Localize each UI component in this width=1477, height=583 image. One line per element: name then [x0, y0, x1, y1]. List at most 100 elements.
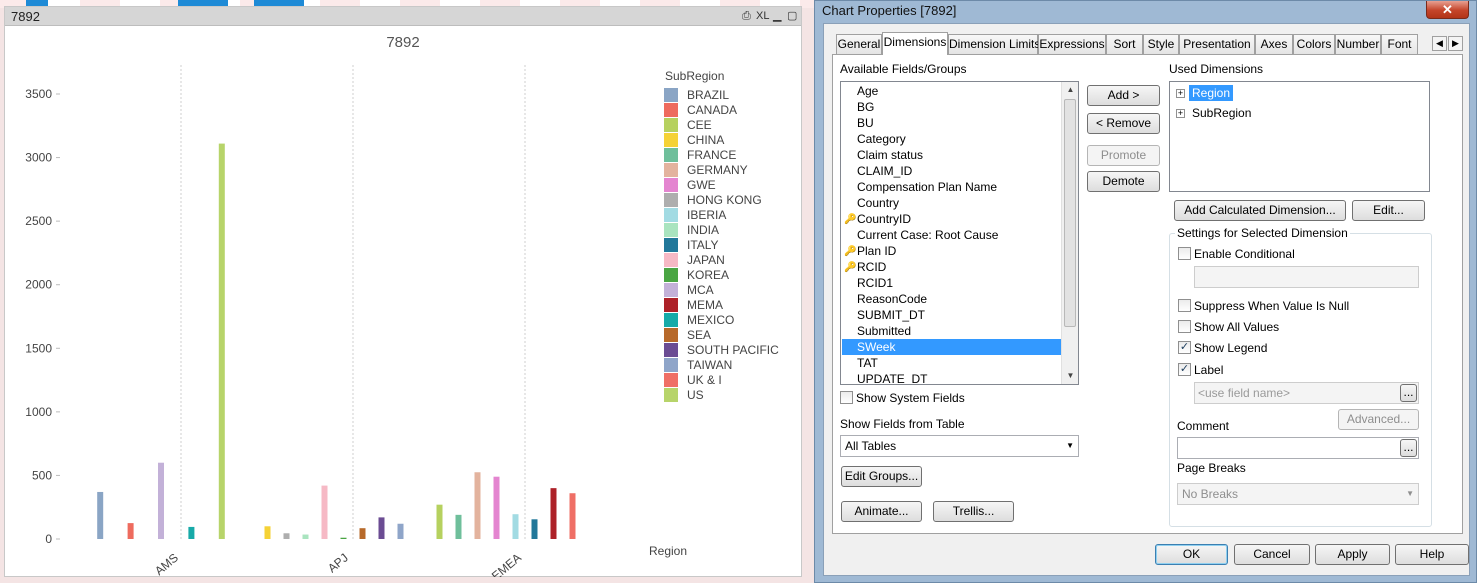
legend-label: INDIA — [687, 223, 719, 237]
legend-swatch — [664, 358, 678, 372]
tab-dimension-limits[interactable]: Dimension Limits — [948, 34, 1040, 54]
tab-sort[interactable]: Sort — [1106, 34, 1143, 54]
y-axis: 0 500 1000 1500 2000 2500 3000 3500 — [25, 87, 60, 546]
list-item[interactable]: 🔑 Plan ID — [842, 243, 1061, 259]
list-item-label: RCID1 — [857, 276, 894, 290]
tab-general[interactable]: General — [836, 34, 882, 54]
list-item-label: BU — [857, 116, 874, 130]
bar-chart: 7892 0 500 1000 1500 2000 2500 3000 3500 AMS APJ… — [25, 34, 779, 577]
scrollbar-thumb[interactable] — [1064, 99, 1076, 327]
available-fields-scrollbar[interactable]: ▲ ▼ — [1061, 82, 1078, 384]
available-fields-list[interactable]: ▲ ▼ Age BG BU Category Claim status CLAIM_ID C… — [840, 81, 1079, 385]
print-icon[interactable]: ⎙ — [742, 9, 751, 23]
label-checkbox[interactable]: ✓ — [1178, 363, 1191, 376]
list-item[interactable]: Age — [842, 83, 1061, 99]
tab-colors[interactable]: Colors — [1293, 34, 1335, 54]
bar-uk-i-emea — [569, 493, 576, 539]
bar-hong-kong-apj — [283, 533, 290, 539]
add-calculated-dimension-button[interactable]: Add Calculated Dimension... — [1174, 200, 1346, 221]
x-axis: AMS APJ EMEA — [152, 551, 524, 577]
list-item-label: CLAIM_ID — [857, 164, 913, 178]
table-select[interactable]: All Tables ▼ — [840, 435, 1079, 457]
legend-label: GERMANY — [687, 163, 748, 177]
animate-button[interactable]: Animate... — [841, 501, 922, 522]
add-button[interactable]: Add > — [1087, 85, 1160, 106]
tab-number[interactable]: Number — [1335, 34, 1381, 54]
bar-us-ams — [218, 143, 225, 539]
list-item[interactable]: SWeek — [842, 339, 1061, 355]
tab-font[interactable]: Font — [1381, 34, 1418, 54]
list-item[interactable]: BU — [842, 115, 1061, 131]
suppress-null-label: Suppress When Value Is Null — [1194, 299, 1350, 313]
legend-swatch — [664, 343, 678, 357]
list-item[interactable]: Current Case: Root Cause — [842, 227, 1061, 243]
list-item[interactable]: SUBMIT_DT — [842, 307, 1061, 323]
legend-label: IBERIA — [687, 208, 726, 222]
list-item[interactable]: BG — [842, 99, 1061, 115]
label-ellipsis-button[interactable]: ... — [1400, 384, 1417, 402]
show-legend-checkbox[interactable]: ✓ — [1178, 341, 1191, 354]
legend-label: MEMA — [687, 298, 723, 312]
show-all-values-checkbox[interactable] — [1178, 320, 1191, 333]
list-item[interactable]: UPDATE_DT — [842, 371, 1061, 384]
enable-conditional-checkbox[interactable] — [1178, 247, 1191, 260]
show-system-fields-checkbox[interactable] — [840, 391, 853, 404]
legend-label: KOREA — [687, 268, 729, 282]
demote-button[interactable]: Demote — [1087, 171, 1160, 192]
legend-label: HONG KONG — [687, 193, 762, 207]
suppress-null-checkbox[interactable] — [1178, 299, 1191, 312]
list-item[interactable]: Claim status — [842, 147, 1061, 163]
tab-axes[interactable]: Axes — [1255, 34, 1293, 54]
scroll-up-icon[interactable]: ▲ — [1062, 82, 1078, 98]
settings-group-title: Settings for Selected Dimension — [1175, 226, 1350, 240]
list-item[interactable]: CLAIM_ID — [842, 163, 1061, 179]
list-item[interactable]: 🔑 RCID — [842, 259, 1061, 275]
tab-style[interactable]: Style — [1143, 34, 1179, 54]
list-item[interactable]: Country — [842, 195, 1061, 211]
ok-button[interactable]: OK — [1155, 544, 1228, 565]
edit-groups-button[interactable]: Edit Groups... — [841, 466, 922, 487]
comment-ellipsis-button[interactable]: ... — [1400, 439, 1417, 457]
list-item[interactable]: RCID1 — [842, 275, 1061, 291]
x-tick-label: EMEA — [489, 551, 524, 577]
tab-expressions[interactable]: Expressions — [1038, 34, 1106, 54]
comment-field[interactable]: ... — [1177, 437, 1419, 459]
used-dimensions-list[interactable]: + Region + SubRegion — [1169, 81, 1430, 192]
list-item[interactable]: 🔑 CountryID — [842, 211, 1061, 227]
edit-dimension-button[interactable]: Edit... — [1352, 200, 1425, 221]
legend-label: TAIWAN — [687, 358, 732, 372]
expand-icon[interactable]: + — [1176, 89, 1185, 98]
list-item-label: ReasonCode — [857, 292, 928, 306]
tab-presentation[interactable]: Presentation — [1179, 34, 1255, 54]
list-item[interactable]: Submitted — [842, 323, 1061, 339]
tab-scroll-left-icon[interactable]: ◀ — [1432, 36, 1447, 51]
tab-scroll-right-icon[interactable]: ▶ — [1448, 36, 1463, 51]
tab-dimensions[interactable]: Dimensions — [882, 32, 948, 55]
list-item-label: TAT — [857, 356, 878, 370]
close-button[interactable]: ✕ — [1426, 1, 1469, 19]
show-fields-from-table-label: Show Fields from Table — [840, 417, 965, 431]
advanced-button[interactable]: Advanced... — [1338, 409, 1419, 430]
trellis-button[interactable]: Trellis... — [933, 501, 1014, 522]
list-item[interactable]: ReasonCode — [842, 291, 1061, 307]
list-item[interactable]: TAT — [842, 355, 1061, 371]
list-item[interactable]: Compensation Plan Name — [842, 179, 1061, 195]
list-item-label: SWeek — [857, 340, 896, 354]
list-item[interactable]: Category — [842, 131, 1061, 147]
minimize-icon[interactable]: ▁ — [773, 9, 781, 23]
y-tick-label: 2000 — [25, 278, 52, 292]
chart-caption-bar[interactable]: 7892 ⎙ XL ▁ ▢ — [5, 7, 801, 26]
legend-label: CHINA — [687, 133, 724, 147]
expand-icon[interactable]: + — [1176, 109, 1185, 118]
xl-icon[interactable]: XL — [756, 9, 769, 23]
maximize-icon[interactable]: ▢ — [787, 9, 797, 23]
cancel-button[interactable]: Cancel — [1234, 544, 1310, 565]
apply-button[interactable]: Apply — [1315, 544, 1390, 565]
legend-swatch — [664, 88, 678, 102]
promote-button[interactable]: Promote — [1087, 145, 1160, 166]
remove-button[interactable]: < Remove — [1087, 113, 1160, 134]
scroll-down-icon[interactable]: ▼ — [1062, 368, 1078, 384]
dialog-titlebar[interactable]: Chart Properties [7892] ✕ — [815, 1, 1476, 23]
legend: BRAZILCANADACEECHINAFRANCEGERMANYGWEHONG… — [664, 88, 779, 402]
help-button[interactable]: Help — [1395, 544, 1469, 565]
